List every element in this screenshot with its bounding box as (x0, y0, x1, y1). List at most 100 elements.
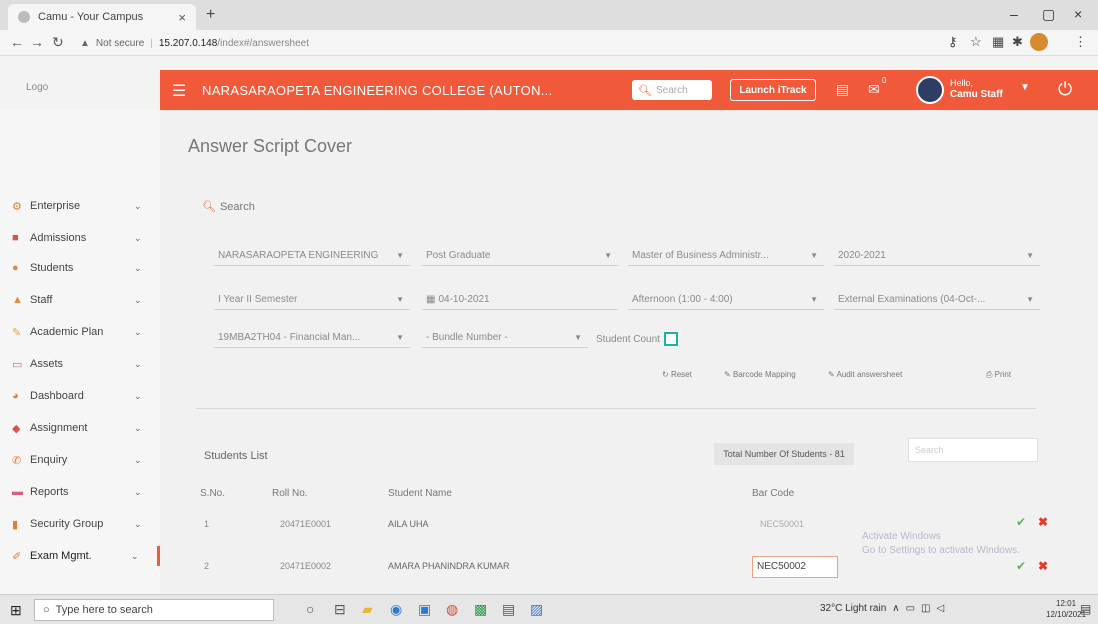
search-icon: 🔍︎ (638, 84, 652, 97)
windows-start-icon[interactable]: ⊞ (10, 602, 22, 619)
chevron-down-icon: ⌄ (134, 486, 142, 497)
notification-center-icon[interactable]: ▤ (1080, 602, 1091, 616)
browser-tab[interactable]: Camu - Your Campus × (8, 4, 196, 30)
user-avatar[interactable] (916, 76, 944, 104)
system-tray: 32°C Light rain ∧ ▭ ◫ ◁ (820, 603, 944, 614)
new-tab-button[interactable]: + (206, 6, 215, 24)
row-sno: 2 (204, 561, 210, 571)
hamburger-menu-icon[interactable]: ☰ (172, 81, 186, 101)
sidebar-item-reports[interactable]: ▬ Reports ⌄ (12, 482, 160, 502)
star-icon[interactable]: ☆ (970, 34, 982, 50)
forward-arrow-icon[interactable]: → (30, 34, 44, 50)
notification-badge: 0 (882, 76, 887, 85)
exam-type-select[interactable]: External Examinations (04-Oct-... ▼ (834, 290, 1040, 310)
cortana-icon[interactable]: ○ (306, 601, 314, 617)
row-name: AMARA PHANINDRA KUMAR (388, 561, 510, 571)
sidebar-item-students[interactable]: ● Students ⌄ (12, 258, 160, 278)
delete-icon[interactable]: ✖ (1038, 559, 1048, 573)
extension-icon[interactable]: ▦ (992, 34, 1004, 50)
sidebar-item-assets[interactable]: ▭ Assets ⌄ (12, 354, 160, 374)
sidebar-item-academic-plan[interactable]: ✎ Academic Plan ⌄ (12, 322, 160, 342)
battery-icon[interactable]: ▭ (906, 603, 915, 614)
date-field[interactable]: ▦ 04-10-2021 (422, 290, 618, 310)
chrome-icon[interactable]: ◍ (446, 601, 458, 618)
institution-select[interactable]: NARASARAOPETA ENGINEERING ▼ (214, 246, 410, 266)
puzzle-icon[interactable]: ✱ (1012, 34, 1023, 50)
photos-icon[interactable]: ▨ (530, 601, 543, 618)
table-search-input[interactable]: Search (908, 438, 1038, 462)
user-greeting: Hello, (950, 78, 974, 88)
barcode-input[interactable]: NEC50002 (752, 556, 838, 578)
students-icon: ● (12, 262, 19, 274)
word-icon[interactable]: ▤ (502, 601, 515, 618)
chevron-down-icon[interactable]: ▼ (1020, 82, 1030, 93)
program-type-value: Post Graduate (426, 250, 491, 261)
reload-icon[interactable]: ↻ (52, 34, 64, 51)
sidebar-item-label: Assets (30, 358, 64, 370)
row-name: AILA UHA (388, 519, 429, 529)
file-explorer-icon[interactable]: ▰ (362, 601, 373, 618)
url-field[interactable]: ▲ Not secure | 15.207.0.148 /index#/answ… (80, 33, 940, 53)
sidebar-item-security-group[interactable]: ▮ Security Group ⌄ (12, 514, 160, 534)
sidebar-item-staff[interactable]: ▲ Staff ⌄ (12, 290, 160, 310)
session-select[interactable]: Afternoon (1:00 - 4:00) ▼ (628, 290, 824, 310)
confirm-icon[interactable]: ✔ (1016, 515, 1026, 529)
reset-button[interactable]: ↻ Reset (662, 370, 692, 379)
taskbar-search-input[interactable]: ○ Type here to search (34, 599, 274, 621)
task-view-icon[interactable]: ⊟ (334, 601, 346, 618)
reset-label: Reset (670, 370, 692, 379)
user-info[interactable]: Hello, Camu Staff (950, 78, 1003, 100)
program-type-select[interactable]: Post Graduate ▼ (422, 246, 618, 266)
row-barcode[interactable]: NEC50001 (760, 519, 804, 529)
semester-select[interactable]: I Year II Semester ▼ (214, 290, 410, 310)
store-icon[interactable]: ▣ (418, 601, 431, 618)
barcode-mapping-button[interactable]: ✎ Barcode Mapping (724, 370, 796, 379)
excel-icon[interactable]: ▩ (474, 601, 487, 618)
program-select[interactable]: Master of Business Administr... ▼ (628, 246, 824, 266)
audit-label: Audit answersheet (836, 370, 903, 379)
chevron-down-icon: ⌄ (134, 390, 142, 401)
taskbar-search-placeholder: Type here to search (55, 604, 153, 616)
minimize-button[interactable]: – (1010, 6, 1018, 22)
sidebar-item-exam-mgmt[interactable]: ✐ Exam Mgmt. ⌄ (12, 546, 160, 566)
sidebar-item-admissions[interactable]: ■ Admissions ⌄ (12, 228, 160, 248)
sidebar-item-enterprise[interactable]: ⚙ Enterprise ⌄ (12, 196, 160, 216)
chevron-up-icon[interactable]: ∧ (892, 603, 899, 614)
url-path: /index#/answersheet (217, 37, 309, 49)
column-header-barcode: Bar Code (752, 488, 795, 499)
mail-icon[interactable]: ✉ (868, 81, 880, 98)
student-count-checkbox[interactable] (663, 332, 678, 346)
back-arrow-icon[interactable]: ← (10, 34, 24, 50)
key-icon[interactable]: ⚷ (948, 34, 958, 50)
bundle-select[interactable]: - Bundle Number - ▼ (422, 328, 588, 348)
launch-itrack-button[interactable]: Launch iTrack (730, 79, 816, 101)
subject-select[interactable]: 19MBA2TH04 - Financial Man... ▼ (214, 328, 410, 348)
confirm-icon[interactable]: ✔ (1016, 559, 1026, 573)
student-count-toggle[interactable]: Student Count (596, 332, 678, 346)
profile-avatar-icon[interactable] (1030, 33, 1048, 51)
not-secure-label: Not secure (95, 37, 145, 49)
watermark-line2: Go to Settings to activate Windows. (862, 545, 1020, 556)
header-search-input[interactable]: 🔍︎ Search (632, 80, 712, 100)
academic-year-select[interactable]: 2020-2021 ▼ (834, 246, 1040, 266)
power-icon[interactable]: ⏻ (1058, 79, 1072, 100)
tab-close-button[interactable]: × (178, 10, 186, 25)
search-label: Search (219, 200, 255, 213)
weather-label[interactable]: 32°C Light rain (820, 603, 886, 614)
close-window-button[interactable]: × (1074, 6, 1082, 22)
search-toggle[interactable]: 🔍︎ Search (202, 200, 255, 214)
audit-answersheet-button[interactable]: ✎ Audit answersheet (828, 370, 902, 379)
sidebar-item-dashboard[interactable]: ◕ Dashboard ⌄ (12, 386, 160, 406)
chevron-down-icon: ▼ (1026, 251, 1034, 260)
network-icon[interactable]: ◫ (921, 603, 930, 614)
total-students-badge: Total Number Of Students - 81 (714, 443, 854, 465)
maximize-button[interactable]: ▢ (1042, 6, 1055, 23)
sidebar-item-enquiry[interactable]: ✆ Enquiry ⌄ (12, 450, 160, 470)
edge-icon[interactable]: ◉ (390, 601, 402, 618)
volume-icon[interactable]: ◁ (937, 603, 945, 614)
browser-menu-icon[interactable]: ⋮ (1074, 34, 1087, 50)
delete-icon[interactable]: ✖ (1038, 515, 1048, 529)
sidebar-item-assignment[interactable]: ◆ Assignment ⌄ (12, 418, 160, 438)
news-icon[interactable]: ▤ (836, 81, 849, 98)
print-button[interactable]: ⎙ Print (986, 370, 1011, 380)
